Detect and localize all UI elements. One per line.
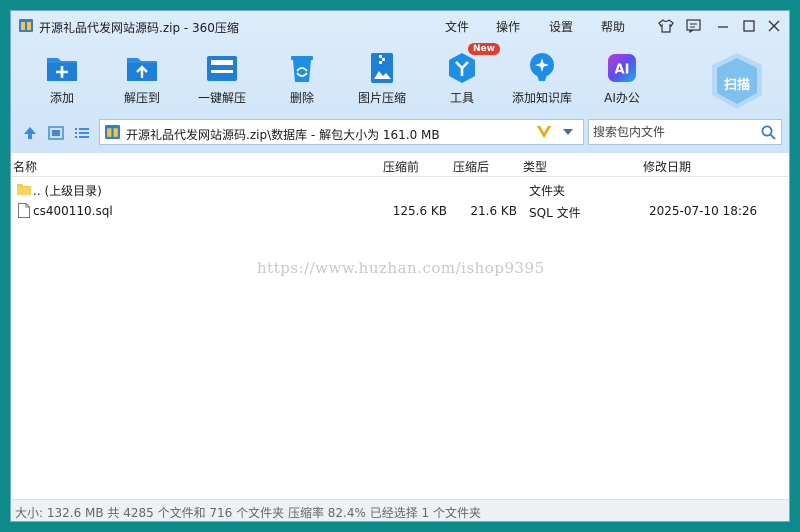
one-click-extract-icon [207,56,237,81]
file-original-size: 125.6 KB [392,204,447,218]
minimize-icon[interactable] [714,17,732,35]
scan-button[interactable]: 扫描 [707,51,767,111]
table-row[interactable]: cs400110.sql 125.6 KB 21.6 KB SQL 文件 202… [11,200,789,222]
title-bar[interactable]: 开源礼品代发网站源码.zip - 360压缩 文件 操作 设置 帮助 [11,11,789,41]
add-icon [47,58,77,81]
extract-to-label: 解压到 [123,91,160,105]
file-name: .. (上级目录) [33,184,102,198]
ai-icon-text: AI [615,63,630,78]
feedback-icon[interactable] [684,17,702,35]
column-modified-date[interactable]: 修改日期 [643,158,691,175]
image-compress-label: 图片压缩 [357,91,406,105]
tools-label: 工具 [449,91,474,105]
menu-help[interactable]: 帮助 [601,18,625,35]
delete-icon [291,56,313,82]
file-name: cs400110.sql [33,204,113,218]
file-type: SQL 文件 [529,206,581,220]
window-title: 开源礼品代发网站源码.zip - 360压缩 [39,21,239,35]
archive-icon [105,125,120,139]
image-compress-icon [371,53,393,83]
tools-button[interactable]: New 工具 [426,43,500,107]
status-bar: 大小: 132.6 MB 共 4285 个文件和 716 个文件夹 压缩率 82… [11,499,789,521]
delete-button[interactable]: 删除 [266,51,338,107]
list-view-icon[interactable] [73,125,91,141]
ai-office-button[interactable]: AI AI办公 [586,51,658,107]
column-compressed-size[interactable]: 压缩后 [453,158,489,175]
thumbnail-view-icon[interactable] [47,125,65,141]
file-type: 文件夹 [529,184,566,198]
file-icon [18,203,30,218]
chevron-down-icon[interactable] [562,128,574,136]
close-icon[interactable] [765,17,783,35]
table-row[interactable]: .. (上级目录) 文件夹 [11,178,789,200]
one-click-extract-label: 一键解压 [197,91,246,105]
column-original-size[interactable]: 压缩前 [383,158,419,175]
skin-icon[interactable] [657,17,675,35]
watermark-text: https://www.huzhan.com/ishop9395 [257,259,545,277]
archive-app-icon [19,19,33,32]
search-box[interactable] [588,119,782,145]
ai-office-icon: AI [608,54,636,82]
image-compress-button[interactable]: 图片压缩 [346,51,418,107]
address-path: 开源礼品代发网站源码.zip\数据库 - 解包大小为 161.0 MB [126,128,440,142]
tools-icon [449,53,475,83]
scan-label: 扫描 [723,78,750,93]
one-click-extract-button[interactable]: 一键解压 [186,51,258,107]
folder-icon [17,184,31,195]
add-button[interactable]: 添加 [26,51,98,107]
search-input[interactable] [593,123,753,141]
add-label: 添加 [49,91,74,105]
file-compressed-size: 21.6 KB [470,204,517,218]
menu-operate[interactable]: 操作 [496,18,520,35]
column-name[interactable]: 名称 [13,158,37,175]
ai-office-label: AI办公 [604,91,640,105]
up-icon[interactable] [21,125,39,141]
address-bar[interactable]: 开源礼品代发网站源码.zip\数据库 - 解包大小为 161.0 MB [99,119,584,145]
extract-to-icon [127,58,157,81]
file-modified-date: 2025-07-10 18:26 [649,204,758,218]
delete-label: 删除 [289,91,314,105]
add-knowledge-base-button[interactable]: 添加知识库 [506,51,578,107]
status-text: 大小: 132.6 MB 共 4285 个文件和 716 个文件夹 压缩率 82… [15,506,481,520]
menu-settings[interactable]: 设置 [549,18,573,35]
app-window: 开源礼品代发网站源码.zip - 360压缩 文件 操作 设置 帮助 添加 解压… [10,10,790,522]
column-header-row: 名称 压缩前 压缩后 类型 修改日期 [11,153,789,177]
column-type[interactable]: 类型 [523,158,547,175]
add-knowledge-base-label: 添加知识库 [511,91,572,105]
knowledge-base-icon [530,53,554,81]
checkmark-v-icon[interactable] [536,125,552,139]
maximize-icon[interactable] [740,17,758,35]
search-icon[interactable] [761,125,776,140]
new-badge: New [468,43,500,55]
menu-file[interactable]: 文件 [445,18,469,35]
extract-to-button[interactable]: 解压到 [106,51,178,107]
